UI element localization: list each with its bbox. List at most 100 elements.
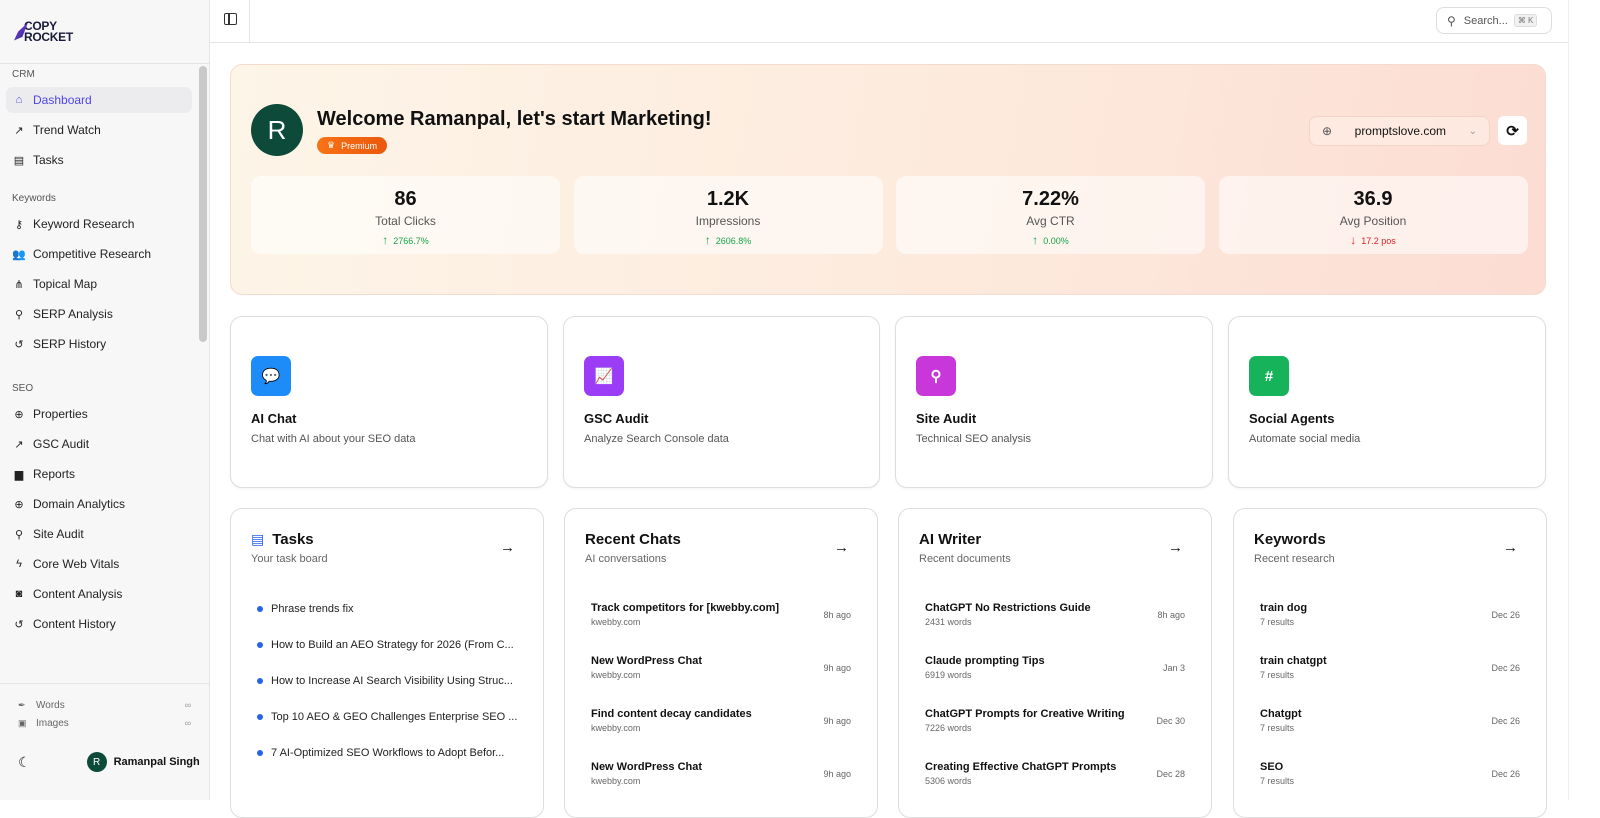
- globe-icon: ⊕: [13, 408, 25, 420]
- users-icon: 👥: [13, 248, 25, 260]
- search-icon: ⚲: [13, 528, 25, 540]
- arrow-down-icon: ↓: [1350, 233, 1356, 247]
- sidebar-item-dashboard[interactable]: ⌂Dashboard: [6, 87, 192, 113]
- card-header: Keywords: [1254, 531, 1326, 548]
- page-scrollbar[interactable]: [1568, 0, 1600, 800]
- task-item[interactable]: How to Build an AEO Strategy for 2026 (F…: [257, 639, 527, 651]
- keywords-card: Keywords Recent research → train dog7 resul…: [1233, 508, 1547, 818]
- task-title: Phrase trends fix: [271, 603, 354, 615]
- list-item[interactable]: ChatGPT No Restrictions Guide2431 words8…: [925, 602, 1185, 642]
- bullet-icon: [257, 642, 263, 648]
- list-item[interactable]: New WordPress Chatkwebby.com9h ago: [591, 655, 851, 695]
- sidebar-item-domain-analytics[interactable]: ⊕Domain Analytics: [6, 491, 192, 517]
- sidebar-item-competitive-research[interactable]: 👥 Competitive Research: [6, 241, 192, 267]
- card-title: Tasks: [272, 531, 313, 548]
- sitemap-icon: ⋔: [13, 278, 25, 290]
- sidebar-item-label: Competitive Research: [33, 247, 151, 261]
- feature-card-site-audit[interactable]: ⚲Site AuditTechnical SEO analysis: [895, 316, 1213, 488]
- item-subtitle: 5306 words: [925, 776, 1185, 786]
- card-subtitle: Recent research: [1254, 553, 1335, 565]
- sidebar-item-content-history[interactable]: ↺Content History: [6, 611, 192, 637]
- usage-value: ∞: [185, 700, 191, 710]
- sidebar-item-reports[interactable]: ▆Reports: [6, 461, 192, 487]
- stat-delta-value: 2766.7%: [393, 236, 429, 246]
- writer-card: AI WriterRecent documents→ChatGPT No Res…: [898, 508, 1212, 818]
- sidebar-item-gsc-audit[interactable]: ↗GSC Audit: [6, 431, 192, 457]
- key-icon: ⚷: [13, 218, 25, 230]
- task-item[interactable]: Top 10 AEO & GEO Challenges Enterprise S…: [257, 711, 527, 723]
- section-title: CRM: [0, 65, 198, 85]
- feature-card-social-agents[interactable]: #Social AgentsAutomate social media: [1228, 316, 1546, 488]
- arrow-right-icon[interactable]: →: [1503, 539, 1518, 556]
- item-date: Dec 26: [1491, 716, 1520, 726]
- feature-title: GSC Audit: [584, 411, 649, 426]
- dark-mode-toggle-icon[interactable]: ☾: [18, 754, 31, 771]
- task-title: 7 AI-Optimized SEO Workflows to Adopt Be…: [271, 747, 504, 759]
- list-item[interactable]: Find content decay candidateskwebby.com9…: [591, 708, 851, 748]
- card-title: Recent Chats: [585, 531, 681, 548]
- pen-icon: ✒: [18, 700, 28, 711]
- stat-card: 7.22%Avg CTR↑0.00%: [896, 176, 1205, 254]
- stat-delta: ↑0.00%: [896, 233, 1205, 247]
- list-item[interactable]: SEO7 resultsDec 26: [1260, 761, 1520, 801]
- task-title: Top 10 AEO & GEO Challenges Enterprise S…: [271, 711, 517, 723]
- feature-card-ai-chat[interactable]: 💬AI ChatChat with AI about your SEO data: [230, 316, 548, 488]
- bullet-icon: [257, 714, 263, 720]
- sidebar-item-keyword-research[interactable]: ⚷Keyword Research: [6, 211, 192, 237]
- section-title: Keywords: [0, 189, 198, 209]
- arrow-right-icon[interactable]: →: [500, 539, 515, 556]
- logo[interactable]: COPYROCKET: [0, 0, 209, 64]
- task-item[interactable]: Phrase trends fix: [257, 603, 527, 615]
- sidebar-item-topical-map[interactable]: ⋔Topical Map: [6, 271, 192, 297]
- usage-words: ✒Words∞: [0, 696, 209, 714]
- item-date: 9h ago: [823, 769, 851, 779]
- domain-select[interactable]: ⊕promptslove.com⌄: [1309, 116, 1490, 146]
- arrow-up-icon: ↑: [705, 233, 711, 247]
- card-header: AI Writer: [919, 531, 981, 548]
- search-button[interactable]: ⚲ Search... ⌘ K: [1436, 7, 1552, 34]
- list-item[interactable]: New WordPress Chatkwebby.com9h ago: [591, 761, 851, 801]
- sidebar-item-serp-analysis[interactable]: ⚲SERP Analysis: [6, 301, 192, 327]
- user-name[interactable]: Ramanpal Singh: [114, 756, 200, 768]
- sidebar-item-site-audit[interactable]: ⚲Site Audit: [6, 521, 192, 547]
- list-item[interactable]: Track competitors for [kwebby.com]kwebby…: [591, 602, 851, 642]
- sidebar-item-serp-history[interactable]: ↺SERP History: [6, 331, 192, 357]
- sidebar-item-core-web-vitals[interactable]: ϟ Core Web Vitals: [6, 551, 192, 577]
- card-title: AI Writer: [919, 531, 981, 548]
- avatar[interactable]: R: [87, 752, 107, 772]
- stat-delta: ↓17.2 pos: [1219, 233, 1528, 247]
- list-item[interactable]: Creating Effective ChatGPT Prompts5306 w…: [925, 761, 1185, 801]
- task-item[interactable]: How to Increase AI Search Visibility Usi…: [257, 675, 527, 687]
- sidebar-item-properties[interactable]: ⊕Properties: [6, 401, 192, 427]
- item-date: Jan 3: [1163, 663, 1185, 673]
- sidebar-item-label: SERP History: [33, 337, 106, 351]
- spacer: [0, 177, 198, 189]
- home-icon: ⌂: [13, 94, 25, 106]
- sidebar-item-tasks[interactable]: ▤Tasks: [6, 147, 192, 173]
- bolt-icon: ϟ: [13, 558, 25, 570]
- chart-line-icon: ↗: [13, 124, 25, 136]
- item-title: train chatgpt: [1260, 655, 1520, 667]
- sidebar-scrollbar[interactable]: [199, 66, 207, 342]
- robot-icon: ◙: [13, 588, 25, 600]
- list-item[interactable]: ChatGPT Prompts for Creative Writing7226…: [925, 708, 1185, 748]
- list-item[interactable]: Claude prompting Tips6919 wordsJan 3: [925, 655, 1185, 695]
- list-item[interactable]: train dog7 resultsDec 26: [1260, 602, 1520, 642]
- arrow-right-icon[interactable]: →: [1168, 539, 1183, 556]
- chart-icon: 📈: [584, 356, 624, 396]
- arrow-right-icon[interactable]: →: [834, 539, 849, 556]
- sidebar-item-label: Content Analysis: [33, 587, 122, 601]
- sidebar-item-label: Core Web Vitals: [33, 557, 119, 571]
- list-item[interactable]: train chatgpt7 resultsDec 26: [1260, 655, 1520, 695]
- sidebar-item-content-analysis[interactable]: ◙ Content Analysis: [6, 581, 192, 607]
- feature-card-gsc-audit[interactable]: 📈GSC AuditAnalyze Search Console data: [563, 316, 880, 488]
- sidebar-toggle-icon[interactable]: [224, 13, 237, 25]
- task-item[interactable]: 7 AI-Optimized SEO Workflows to Adopt Be…: [257, 747, 527, 759]
- item-title: New WordPress Chat: [591, 655, 851, 667]
- welcome-banner: R Welcome Ramanpal, let's start Marketin…: [230, 64, 1546, 295]
- bullet-icon: [257, 606, 263, 612]
- chevron-down-icon: ⌄: [1469, 126, 1477, 137]
- refresh-button[interactable]: ⟳: [1498, 116, 1527, 145]
- sidebar-item-trend-watch[interactable]: ↗Trend Watch: [6, 117, 192, 143]
- list-item[interactable]: Chatgpt7 resultsDec 26: [1260, 708, 1520, 748]
